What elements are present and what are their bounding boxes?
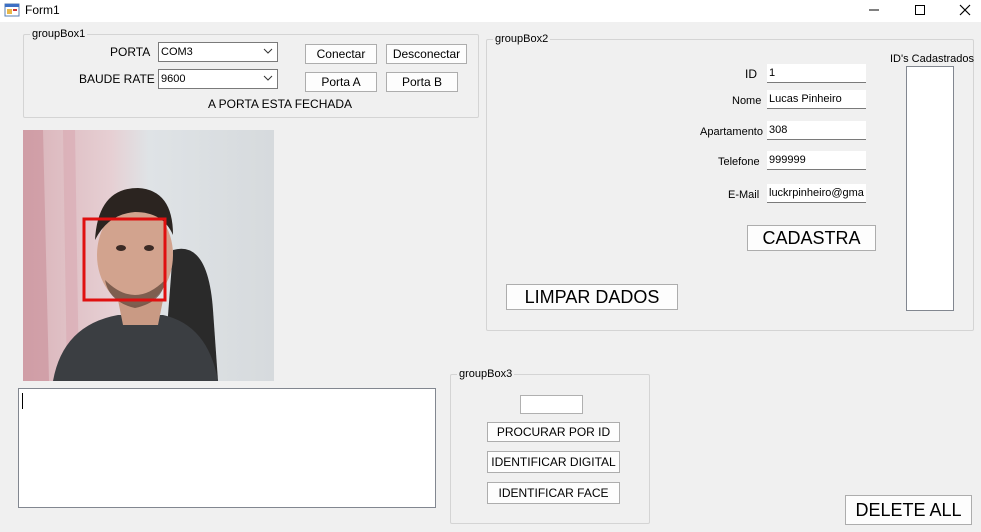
email-label: E-Mail bbox=[728, 189, 760, 201]
groupbox3-title: groupBox3 bbox=[457, 367, 515, 381]
delete-all-button[interactable]: DELETE ALL bbox=[845, 495, 972, 525]
minimize-button[interactable] bbox=[851, 0, 897, 20]
ids-cadastrados-label: ID's Cadastrados bbox=[890, 53, 975, 65]
id-label: ID bbox=[745, 67, 757, 81]
close-icon bbox=[959, 4, 971, 16]
close-button[interactable] bbox=[942, 0, 981, 20]
maximize-icon bbox=[915, 5, 925, 15]
port-status-label: A PORTA ESTA FECHADA bbox=[208, 97, 353, 111]
title-bar: Form1 bbox=[0, 0, 981, 22]
email-field[interactable] bbox=[767, 184, 866, 203]
baud-rate-value: 9600 bbox=[161, 73, 186, 85]
form-app-icon bbox=[4, 3, 20, 17]
groupbox1-title: groupBox1 bbox=[30, 27, 88, 41]
identificar-face-button[interactable]: IDENTIFICAR FACE bbox=[487, 482, 620, 504]
porta-a-button[interactable]: Porta A bbox=[305, 72, 377, 92]
nome-field[interactable] bbox=[767, 90, 866, 109]
apartamento-field[interactable] bbox=[767, 121, 866, 140]
limpar-dados-button[interactable]: LIMPAR DADOS bbox=[506, 284, 678, 310]
nome-label: Nome bbox=[732, 95, 762, 107]
baud-rate-combobox[interactable]: 9600 bbox=[158, 69, 278, 89]
cadastra-button[interactable]: CADASTRA bbox=[747, 225, 876, 251]
porta-b-button[interactable]: Porta B bbox=[386, 72, 458, 92]
search-id-field[interactable] bbox=[520, 395, 583, 414]
window-title: Form1 bbox=[25, 3, 60, 17]
porta-value: COM3 bbox=[161, 46, 193, 58]
text-caret bbox=[22, 393, 23, 409]
conectar-button[interactable]: Conectar bbox=[305, 44, 377, 64]
chevron-down-icon bbox=[263, 75, 273, 81]
groupbox2-title: groupBox2 bbox=[493, 32, 551, 46]
log-textbox[interactable] bbox=[18, 388, 436, 508]
apartamento-label: Apartamento bbox=[700, 126, 763, 138]
telefone-field[interactable] bbox=[767, 151, 866, 170]
minimize-icon bbox=[869, 9, 879, 11]
telefone-label: Telefone bbox=[718, 156, 760, 168]
porta-label: PORTA bbox=[110, 45, 151, 59]
chevron-down-icon bbox=[263, 48, 273, 54]
camera-feed bbox=[23, 130, 274, 381]
camera-image bbox=[23, 130, 274, 381]
procurar-por-id-button[interactable]: PROCURAR POR ID bbox=[487, 422, 620, 442]
maximize-button[interactable] bbox=[897, 0, 943, 20]
baud-rate-label: BAUDE RATE bbox=[79, 72, 155, 86]
id-field[interactable] bbox=[767, 64, 866, 83]
ids-cadastrados-listbox[interactable] bbox=[906, 66, 954, 311]
desconectar-button[interactable]: Desconectar bbox=[386, 44, 467, 64]
identificar-digital-button[interactable]: IDENTIFICAR DIGITAL bbox=[487, 451, 620, 473]
porta-combobox[interactable]: COM3 bbox=[158, 42, 278, 62]
